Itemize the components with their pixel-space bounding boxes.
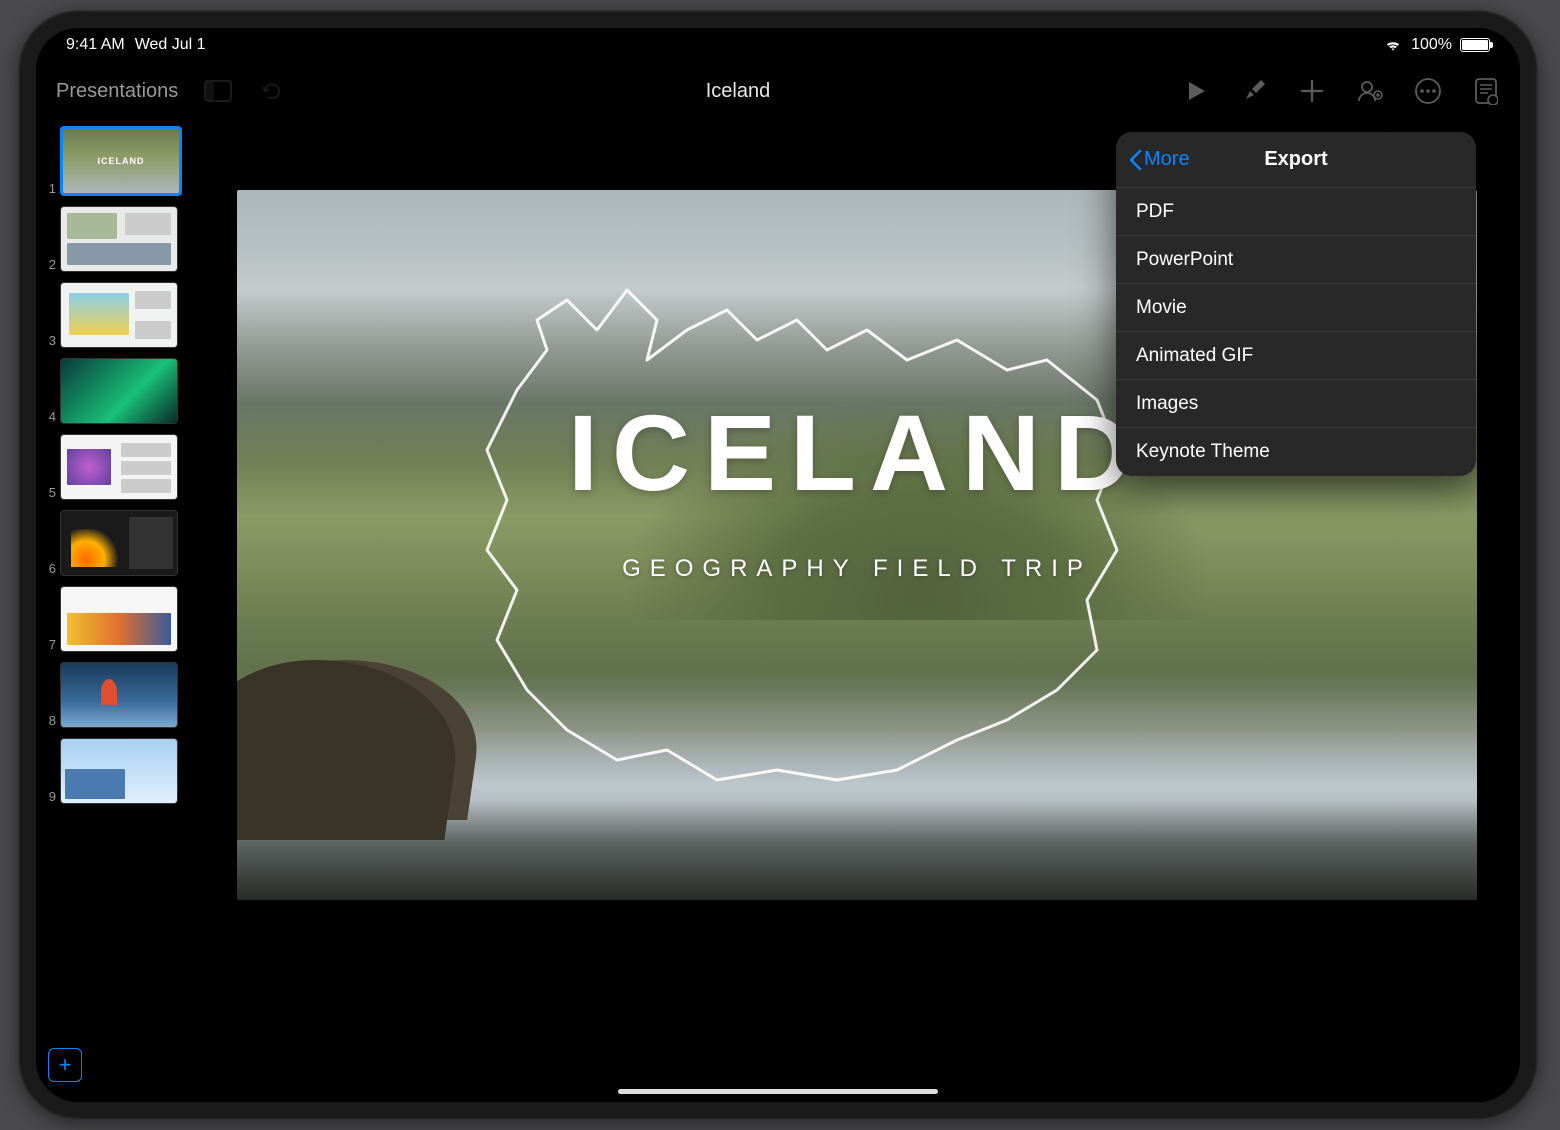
thumb-number: 8 xyxy=(44,713,56,728)
thumb-number: 9 xyxy=(44,789,56,804)
back-to-presentations-button[interactable]: Presentations xyxy=(56,80,178,103)
wifi-icon xyxy=(1383,38,1403,52)
status-date: Wed Jul 1 xyxy=(135,36,206,54)
slide-thumbnail-1[interactable]: ICELAND xyxy=(60,126,182,196)
collaborate-icon[interactable] xyxy=(1356,77,1384,105)
home-indicator[interactable] xyxy=(618,1089,938,1094)
export-option-pdf[interactable]: PDF xyxy=(1116,188,1476,236)
export-popover: More Export PDF PowerPoint Movie Animate… xyxy=(1116,132,1476,476)
slide-thumbnail-9[interactable] xyxy=(60,738,178,804)
status-bar: 9:41 AM Wed Jul 1 100% xyxy=(36,28,1520,62)
status-time: 9:41 AM xyxy=(66,36,125,54)
slide-thumbnail-3[interactable] xyxy=(60,282,178,348)
popover-back-button[interactable]: More xyxy=(1116,148,1190,171)
slide-thumbnail-5[interactable] xyxy=(60,434,178,500)
insert-plus-icon[interactable] xyxy=(1298,77,1326,105)
app-toolbar: Presentations Iceland xyxy=(36,62,1520,120)
screen: 9:41 AM Wed Jul 1 100% Presentations xyxy=(36,28,1520,1102)
thumb-number: 1 xyxy=(44,181,56,196)
thumb-number: 2 xyxy=(44,257,56,272)
slide-thumbnail-7[interactable] xyxy=(60,586,178,652)
add-slide-button[interactable]: + xyxy=(48,1048,82,1082)
export-option-animated-gif[interactable]: Animated GIF xyxy=(1116,332,1476,380)
slide-thumbnail-8[interactable] xyxy=(60,662,178,728)
thumb-number: 6 xyxy=(44,561,56,576)
play-icon[interactable] xyxy=(1182,77,1210,105)
export-option-keynote-theme[interactable]: Keynote Theme xyxy=(1116,428,1476,476)
ipad-bezel: 9:41 AM Wed Jul 1 100% Presentations xyxy=(18,10,1538,1120)
slide-subtitle[interactable]: GEOGRAPHY FIELD TRIP xyxy=(237,555,1477,583)
battery-icon xyxy=(1460,38,1490,52)
thumb-number: 3 xyxy=(44,333,56,348)
slide-navigator[interactable]: 1 ICELAND 2 3 4 5 6 7 8 9 + xyxy=(36,120,194,1102)
presenter-notes-icon[interactable] xyxy=(1472,77,1500,105)
sidebar-toggle-icon[interactable] xyxy=(204,77,232,105)
thumb-number: 7 xyxy=(44,637,56,652)
export-options-list: PDF PowerPoint Movie Animated GIF Images… xyxy=(1116,188,1476,476)
export-option-movie[interactable]: Movie xyxy=(1116,284,1476,332)
format-brush-icon[interactable] xyxy=(1240,77,1268,105)
thumb-number: 5 xyxy=(44,485,56,500)
export-option-powerpoint[interactable]: PowerPoint xyxy=(1116,236,1476,284)
battery-percentage: 100% xyxy=(1411,36,1452,54)
more-ellipsis-icon[interactable] xyxy=(1414,77,1442,105)
popover-back-label: More xyxy=(1144,148,1190,171)
chevron-left-icon xyxy=(1128,149,1142,171)
document-title[interactable]: Iceland xyxy=(306,80,1170,103)
slide-thumbnail-4[interactable] xyxy=(60,358,178,424)
thumb-number: 4 xyxy=(44,409,56,424)
slide-thumbnail-6[interactable] xyxy=(60,510,178,576)
undo-icon[interactable] xyxy=(258,77,286,105)
export-option-images[interactable]: Images xyxy=(1116,380,1476,428)
slide-thumbnail-2[interactable] xyxy=(60,206,178,272)
